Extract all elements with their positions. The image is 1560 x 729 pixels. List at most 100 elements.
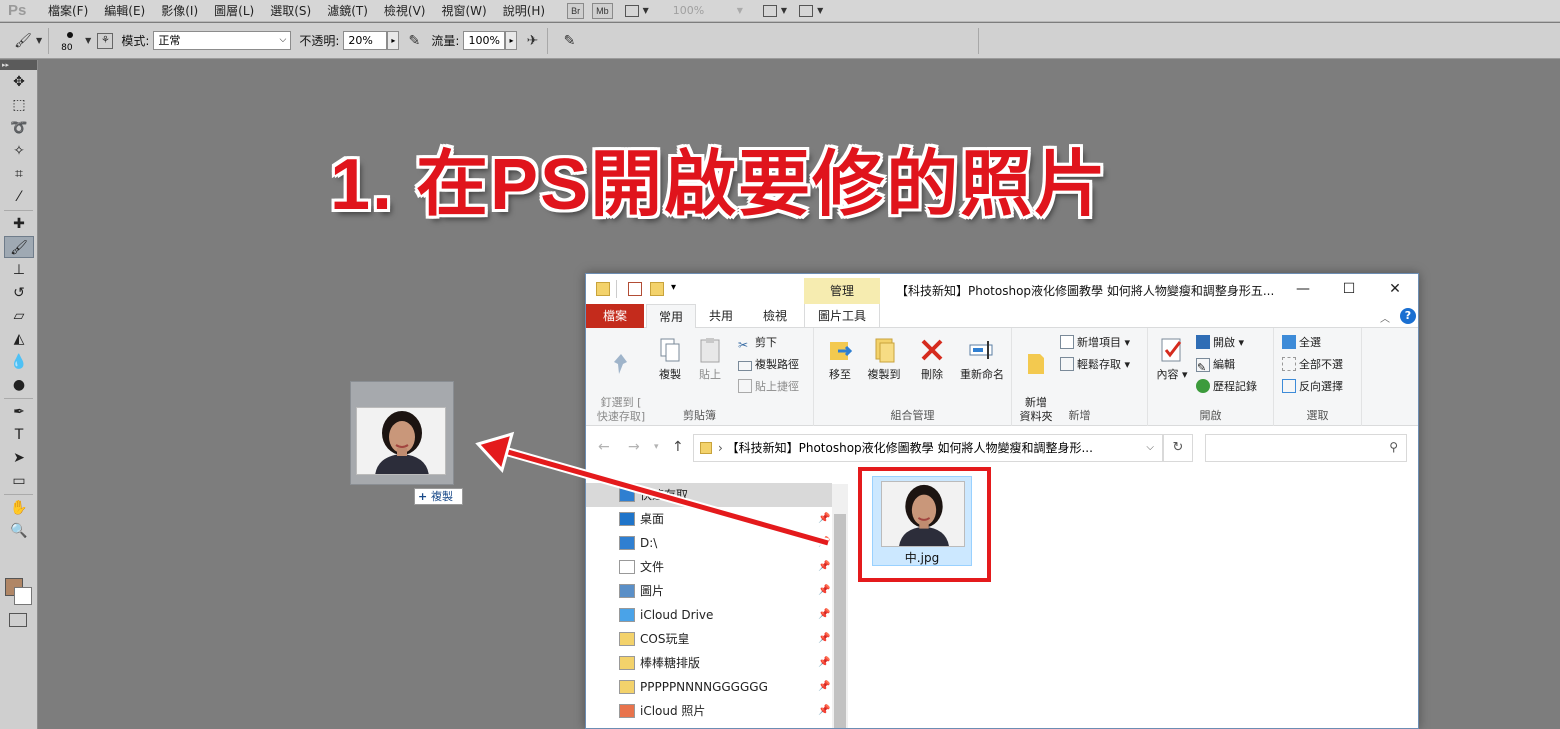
cut-button[interactable]: ✂ 剪下 [738, 334, 777, 352]
tab-home[interactable]: 常用 [646, 304, 696, 329]
chevron-down-icon[interactable]: ▼ [781, 6, 787, 15]
menu-window[interactable]: 視窗(W) [433, 0, 494, 22]
tab-file[interactable]: 檔案 [586, 304, 644, 328]
maximize-icon[interactable]: ☐ [1334, 279, 1364, 299]
pin-icon[interactable]: 📌 [818, 531, 830, 555]
new-item-button[interactable]: 新增項目 ▾ [1060, 334, 1130, 352]
easy-access-button[interactable]: 輕鬆存取 ▾ [1060, 356, 1130, 374]
nav-item[interactable]: 快速存取 [586, 483, 832, 507]
new-folder-icon[interactable] [650, 282, 664, 296]
healing-brush-tool-icon[interactable]: ✚ [4, 213, 34, 235]
pin-icon[interactable]: 📌 [818, 675, 830, 699]
customize-toolbar-icon[interactable]: ▾ [671, 282, 676, 293]
nav-item[interactable]: 文件 📌 [586, 555, 832, 579]
pin-icon[interactable]: 📌 [818, 627, 830, 651]
paste-button[interactable]: 貼上 [692, 336, 728, 382]
pen-tool-icon[interactable]: ✒ [4, 401, 34, 423]
move-to-button[interactable]: 移至 [822, 336, 858, 382]
scrollbar-thumb[interactable] [834, 514, 846, 728]
recent-locations-icon[interactable]: ▾ [654, 442, 659, 452]
zoom-tool-icon[interactable]: 🔍 [4, 520, 34, 542]
pressure-size-icon[interactable]: ✎ [560, 32, 578, 50]
tools-panel-collapse[interactable]: ▸▸ [0, 60, 37, 70]
invert-selection-button[interactable]: 反向選擇 [1282, 378, 1343, 396]
chevron-down-icon[interactable]: ▼ [737, 6, 743, 15]
properties-icon[interactable] [628, 282, 642, 296]
refresh-icon[interactable]: ↻ [1163, 434, 1193, 462]
copy-path-button[interactable]: 複製路徑 [738, 356, 799, 374]
pin-icon[interactable]: 📌 [818, 651, 830, 675]
zoom-level[interactable]: 100% [673, 4, 733, 17]
eraser-tool-icon[interactable]: ▱ [4, 305, 34, 327]
chevron-down-icon[interactable]: ▼ [643, 6, 649, 15]
brush-size-picker[interactable]: 80 [59, 26, 81, 56]
up-arrow-icon[interactable]: ↑ [672, 439, 684, 455]
background-color-swatch[interactable] [14, 587, 32, 605]
shape-tool-icon[interactable]: ▭ [4, 470, 34, 492]
paste-shortcut-button[interactable]: 貼上捷徑 [738, 378, 799, 396]
history-button[interactable]: 歷程記錄 [1196, 378, 1257, 396]
select-none-button[interactable]: 全部不選 [1282, 356, 1343, 374]
nav-item[interactable]: iCloud Drive 📌 [586, 603, 832, 627]
nav-item[interactable]: PPPPPNNNNGGGGGG 📌 [586, 675, 832, 699]
flow-input[interactable]: 100% [463, 31, 506, 50]
menu-layer[interactable]: 圖層(L) [206, 0, 262, 22]
clone-stamp-tool-icon[interactable]: ⊥ [4, 259, 34, 281]
open-button[interactable]: 開啟 ▾ [1196, 334, 1244, 352]
lasso-tool-icon[interactable]: ➰ [4, 117, 34, 139]
forward-arrow-icon[interactable]: → [628, 439, 640, 455]
address-box[interactable]: › 【科技新知】Photoshop液化修圖教學 如何將人物變瘦和調整身形... … [693, 434, 1163, 462]
nav-item[interactable]: COS玩皇 📌 [586, 627, 832, 651]
chevron-down-icon[interactable]: ▼ [36, 36, 42, 45]
menu-view[interactable]: 檢視(V) [376, 0, 434, 22]
nav-item[interactable]: 棒棒糖排版 📌 [586, 651, 832, 675]
extras-icon[interactable] [624, 4, 639, 17]
airbrush-icon[interactable]: ✈ [523, 32, 541, 50]
hand-tool-icon[interactable]: ✋ [4, 497, 34, 519]
menu-file[interactable]: 檔案(F) [40, 0, 96, 22]
pin-icon[interactable]: 📌 [818, 579, 830, 603]
blur-tool-icon[interactable]: 💧 [4, 351, 34, 373]
bridge-button[interactable]: Br [567, 2, 585, 19]
pin-icon[interactable]: 📌 [818, 603, 830, 627]
pin-icon[interactable]: 📌 [818, 507, 830, 531]
paint-bucket-tool-icon[interactable]: ◭ [4, 328, 34, 350]
minimize-icon[interactable]: — [1288, 279, 1318, 299]
delete-button[interactable]: 刪除 [914, 336, 950, 382]
mode-select[interactable]: 正常 ⌵ [153, 31, 292, 50]
flow-slider-toggle[interactable]: ▸ [505, 31, 518, 50]
brush-tool-preset-icon[interactable]: 🖌 [14, 32, 32, 50]
marquee-tool-icon[interactable]: ⬚ [4, 94, 34, 116]
path-selection-tool-icon[interactable]: ➤ [4, 447, 34, 469]
copy-to-button[interactable]: 複製到 [862, 336, 906, 382]
chevron-up-icon[interactable]: ︿ [1380, 310, 1390, 325]
chevron-down-icon[interactable]: ▼ [817, 6, 823, 15]
tab-view[interactable]: 檢視 [750, 304, 800, 328]
screen-mode-icon[interactable] [799, 4, 814, 17]
help-icon[interactable]: ? [1400, 308, 1416, 324]
pin-icon[interactable]: 📌 [818, 699, 830, 723]
opacity-input[interactable]: 20% [343, 31, 388, 50]
rename-button[interactable]: 重新命名 [954, 336, 1010, 382]
select-all-button[interactable]: 全選 [1282, 334, 1321, 352]
nav-item[interactable]: 桌面 📌 [586, 507, 832, 531]
menu-edit[interactable]: 編輯(E) [96, 0, 153, 22]
chevron-down-icon[interactable]: ⌵ [1146, 435, 1154, 461]
menu-help[interactable]: 說明(H) [495, 0, 553, 22]
edit-button[interactable]: ✎ 編輯 [1196, 356, 1235, 374]
copy-button[interactable]: 複製 [652, 336, 688, 382]
nav-item[interactable]: iCloud 照片 📌 [586, 699, 832, 723]
brush-panel-icon[interactable]: ⚘ [97, 32, 114, 49]
quick-mask-icon[interactable] [9, 613, 27, 627]
history-brush-tool-icon[interactable]: ↺ [4, 282, 34, 304]
move-tool-icon[interactable]: ✥ [4, 71, 34, 93]
pin-icon[interactable]: 📌 [818, 555, 830, 579]
menu-image[interactable]: 影像(I) [153, 0, 206, 22]
nav-item[interactable]: D:\ 📌 [586, 531, 832, 555]
eyedropper-tool-icon[interactable]: ⁄ [4, 186, 34, 208]
manage-tab[interactable]: 管理 [804, 278, 880, 304]
properties-button[interactable]: 內容 ▾ [1154, 336, 1190, 382]
tab-picture-tools[interactable]: 圖片工具 [804, 304, 880, 328]
close-icon[interactable]: ✕ [1380, 279, 1410, 299]
opacity-slider-toggle[interactable]: ▸ [387, 31, 400, 50]
